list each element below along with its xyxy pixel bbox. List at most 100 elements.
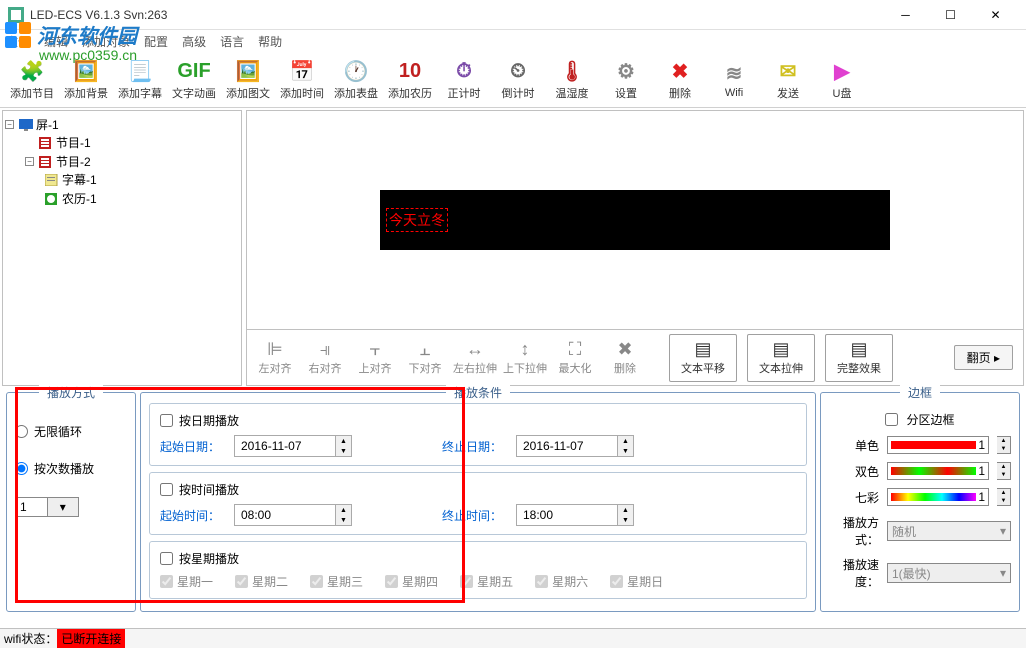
- weekday-3[interactable]: 星期四: [385, 573, 438, 590]
- minimize-button[interactable]: ─: [883, 1, 928, 29]
- label-single-color: 单色: [829, 437, 879, 454]
- label-double-color: 双色: [829, 463, 879, 480]
- tree-program-1[interactable]: −节目-1: [25, 134, 239, 151]
- wifi-status-value: 已断开连接: [57, 629, 125, 648]
- toolbar-添加字幕[interactable]: 📃添加字幕: [114, 54, 166, 106]
- weekday-2[interactable]: 星期三: [310, 573, 363, 590]
- menu-add-object[interactable]: 添加对象: [82, 33, 130, 50]
- play-condition-title: 播放条件: [446, 384, 510, 401]
- tree-screen[interactable]: −屏-1: [5, 116, 239, 133]
- maximize-button[interactable]: ☐: [928, 1, 973, 29]
- wifi-status-label: wifi状态：: [4, 630, 57, 647]
- label-partition-border: 分区边框: [906, 411, 954, 428]
- align-删除[interactable]: ✖删除: [601, 335, 649, 381]
- single-color-select[interactable]: 1: [887, 436, 989, 454]
- weekday-4[interactable]: 星期五: [460, 573, 513, 590]
- label-by-week: 按星期播放: [179, 550, 239, 567]
- radio-infinite-loop[interactable]: [15, 425, 28, 438]
- toolbar-倒计时[interactable]: ⏲倒计时: [492, 54, 544, 106]
- toolbar-Wifi[interactable]: ≋Wifi: [708, 54, 760, 106]
- weekday-1[interactable]: 星期二: [235, 573, 288, 590]
- select-play-style[interactable]: 随机: [887, 521, 1011, 541]
- label-play-speed: 播放速度：: [829, 556, 879, 590]
- toolbar-添加节目[interactable]: 🧩添加节目: [6, 54, 58, 106]
- toolbar-添加时间[interactable]: 📅添加时间: [276, 54, 328, 106]
- label-colorful: 七彩: [829, 489, 879, 506]
- play-count-select[interactable]: 1▾: [15, 497, 79, 517]
- input-end-time[interactable]: 18:00▲▼: [516, 504, 634, 526]
- toolbar-添加表盘[interactable]: 🕐添加表盘: [330, 54, 382, 106]
- input-end-date[interactable]: 2016-11-07▲▼: [516, 435, 634, 457]
- textop-文本平移[interactable]: ▤文本平移: [669, 334, 737, 382]
- project-tree[interactable]: −屏-1 −节目-1 −节目-2 字幕-1 农历-1: [2, 110, 242, 386]
- preview-canvas[interactable]: 今天立冬: [247, 111, 1023, 329]
- alignment-toolbar: ⊫左对齐⫣右对齐⫟上对齐⫠下对齐↔左右拉伸↕上下拉伸⛶最大化✖删除 ▤文本平移▤文…: [247, 329, 1023, 385]
- toolbar-温湿度[interactable]: 🌡温湿度: [546, 54, 598, 106]
- align-上下拉伸[interactable]: ↕上下拉伸: [501, 335, 549, 381]
- border-panel: 边框 分区边框 单色1▲▼ 双色1▲▼ 七彩1▲▼ 播放方式：随机 播放速度：1…: [820, 392, 1020, 612]
- toolbar-正计时[interactable]: ⏱正计时: [438, 54, 490, 106]
- toolbar-添加图文[interactable]: 🖼️添加图文: [222, 54, 274, 106]
- menu-language[interactable]: 语言: [220, 33, 244, 50]
- play-mode-panel: 播放方式 无限循环 按次数播放 1▾: [6, 392, 136, 612]
- double-color-select[interactable]: 1: [887, 462, 989, 480]
- toolbar-添加农历[interactable]: 10添加农历: [384, 54, 436, 106]
- label-by-time: 按时间播放: [179, 481, 239, 498]
- preview-panel: 今天立冬 ⊫左对齐⫣右对齐⫟上对齐⫠下对齐↔左右拉伸↕上下拉伸⛶最大化✖删除 ▤文…: [246, 110, 1024, 386]
- tree-subtitle-1[interactable]: 字幕-1: [45, 171, 239, 188]
- colorful-select[interactable]: 1: [887, 488, 989, 506]
- status-bar: wifi状态： 已断开连接: [0, 628, 1026, 648]
- title-bar: LED-ECS V6.1.3 Svn:263 ─ ☐ ✕: [0, 0, 1026, 30]
- menu-config[interactable]: 配置: [144, 33, 168, 50]
- toolbar-添加背景[interactable]: 🖼️添加背景: [60, 54, 112, 106]
- label-start-time: 起始时间：: [160, 507, 224, 524]
- play-mode-title: 播放方式: [39, 384, 103, 401]
- input-start-date[interactable]: 2016-11-07▲▼: [234, 435, 352, 457]
- time-group: 按时间播放 起始时间： 08:00▲▼ 终止时间： 18:00▲▼: [149, 472, 807, 535]
- app-icon: [8, 7, 24, 23]
- menu-help[interactable]: 帮助: [258, 33, 282, 50]
- led-preview: 今天立冬: [380, 190, 890, 250]
- menu-edit[interactable]: 编辑: [44, 33, 68, 50]
- week-group: 按星期播放 星期一 星期二 星期三 星期四 星期五 星期六 星期日: [149, 541, 807, 599]
- menu-bar: 文件 编辑 添加对象 配置 高级 语言 帮助: [0, 30, 1026, 52]
- main-toolbar: 🧩添加节目🖼️添加背景📃添加字幕GIF文字动画🖼️添加图文📅添加时间🕐添加表盘1…: [0, 52, 1026, 108]
- align-上对齐[interactable]: ⫟上对齐: [351, 335, 399, 381]
- toolbar-删除[interactable]: ✖删除: [654, 54, 706, 106]
- chk-partition-border[interactable]: [885, 413, 898, 426]
- label-play-style: 播放方式：: [829, 514, 879, 548]
- align-下对齐[interactable]: ⫠下对齐: [401, 335, 449, 381]
- weekday-0[interactable]: 星期一: [160, 573, 213, 590]
- page-button[interactable]: 翻页 ▸: [954, 345, 1013, 370]
- align-右对齐[interactable]: ⫣右对齐: [301, 335, 349, 381]
- toolbar-设置[interactable]: ⚙设置: [600, 54, 652, 106]
- menu-file[interactable]: 文件: [6, 33, 30, 50]
- toolbar-文字动画[interactable]: GIF文字动画: [168, 54, 220, 106]
- weekday-6[interactable]: 星期日: [610, 573, 663, 590]
- led-text[interactable]: 今天立冬: [386, 208, 448, 232]
- toolbar-U盘[interactable]: ▶U盘: [816, 54, 868, 106]
- tree-lunar-1[interactable]: 农历-1: [45, 190, 239, 207]
- close-button[interactable]: ✕: [973, 1, 1018, 29]
- label-start-date: 起始日期：: [160, 438, 224, 455]
- play-condition-panel: 播放条件 按日期播放 起始日期： 2016-11-07▲▼ 终止日期： 2016…: [140, 392, 816, 612]
- date-group: 按日期播放 起始日期： 2016-11-07▲▼ 终止日期： 2016-11-0…: [149, 403, 807, 466]
- align-左右拉伸[interactable]: ↔左右拉伸: [451, 335, 499, 381]
- align-左对齐[interactable]: ⊫左对齐: [251, 335, 299, 381]
- tree-program-2[interactable]: −节目-2: [25, 153, 239, 170]
- label-end-time: 终止时间：: [442, 507, 506, 524]
- chk-by-time[interactable]: [160, 483, 173, 496]
- select-play-speed[interactable]: 1(最快): [887, 563, 1011, 583]
- textop-文本拉伸[interactable]: ▤文本拉伸: [747, 334, 815, 382]
- menu-advanced[interactable]: 高级: [182, 33, 206, 50]
- textop-完整效果[interactable]: ▤完整效果: [825, 334, 893, 382]
- chk-by-date[interactable]: [160, 414, 173, 427]
- weekday-5[interactable]: 星期六: [535, 573, 588, 590]
- radio-play-count[interactable]: [15, 462, 28, 475]
- input-start-time[interactable]: 08:00▲▼: [234, 504, 352, 526]
- align-最大化[interactable]: ⛶最大化: [551, 335, 599, 381]
- toolbar-发送[interactable]: ✉发送: [762, 54, 814, 106]
- border-title: 边框: [900, 384, 940, 401]
- chk-by-week[interactable]: [160, 552, 173, 565]
- label-by-date: 按日期播放: [179, 412, 239, 429]
